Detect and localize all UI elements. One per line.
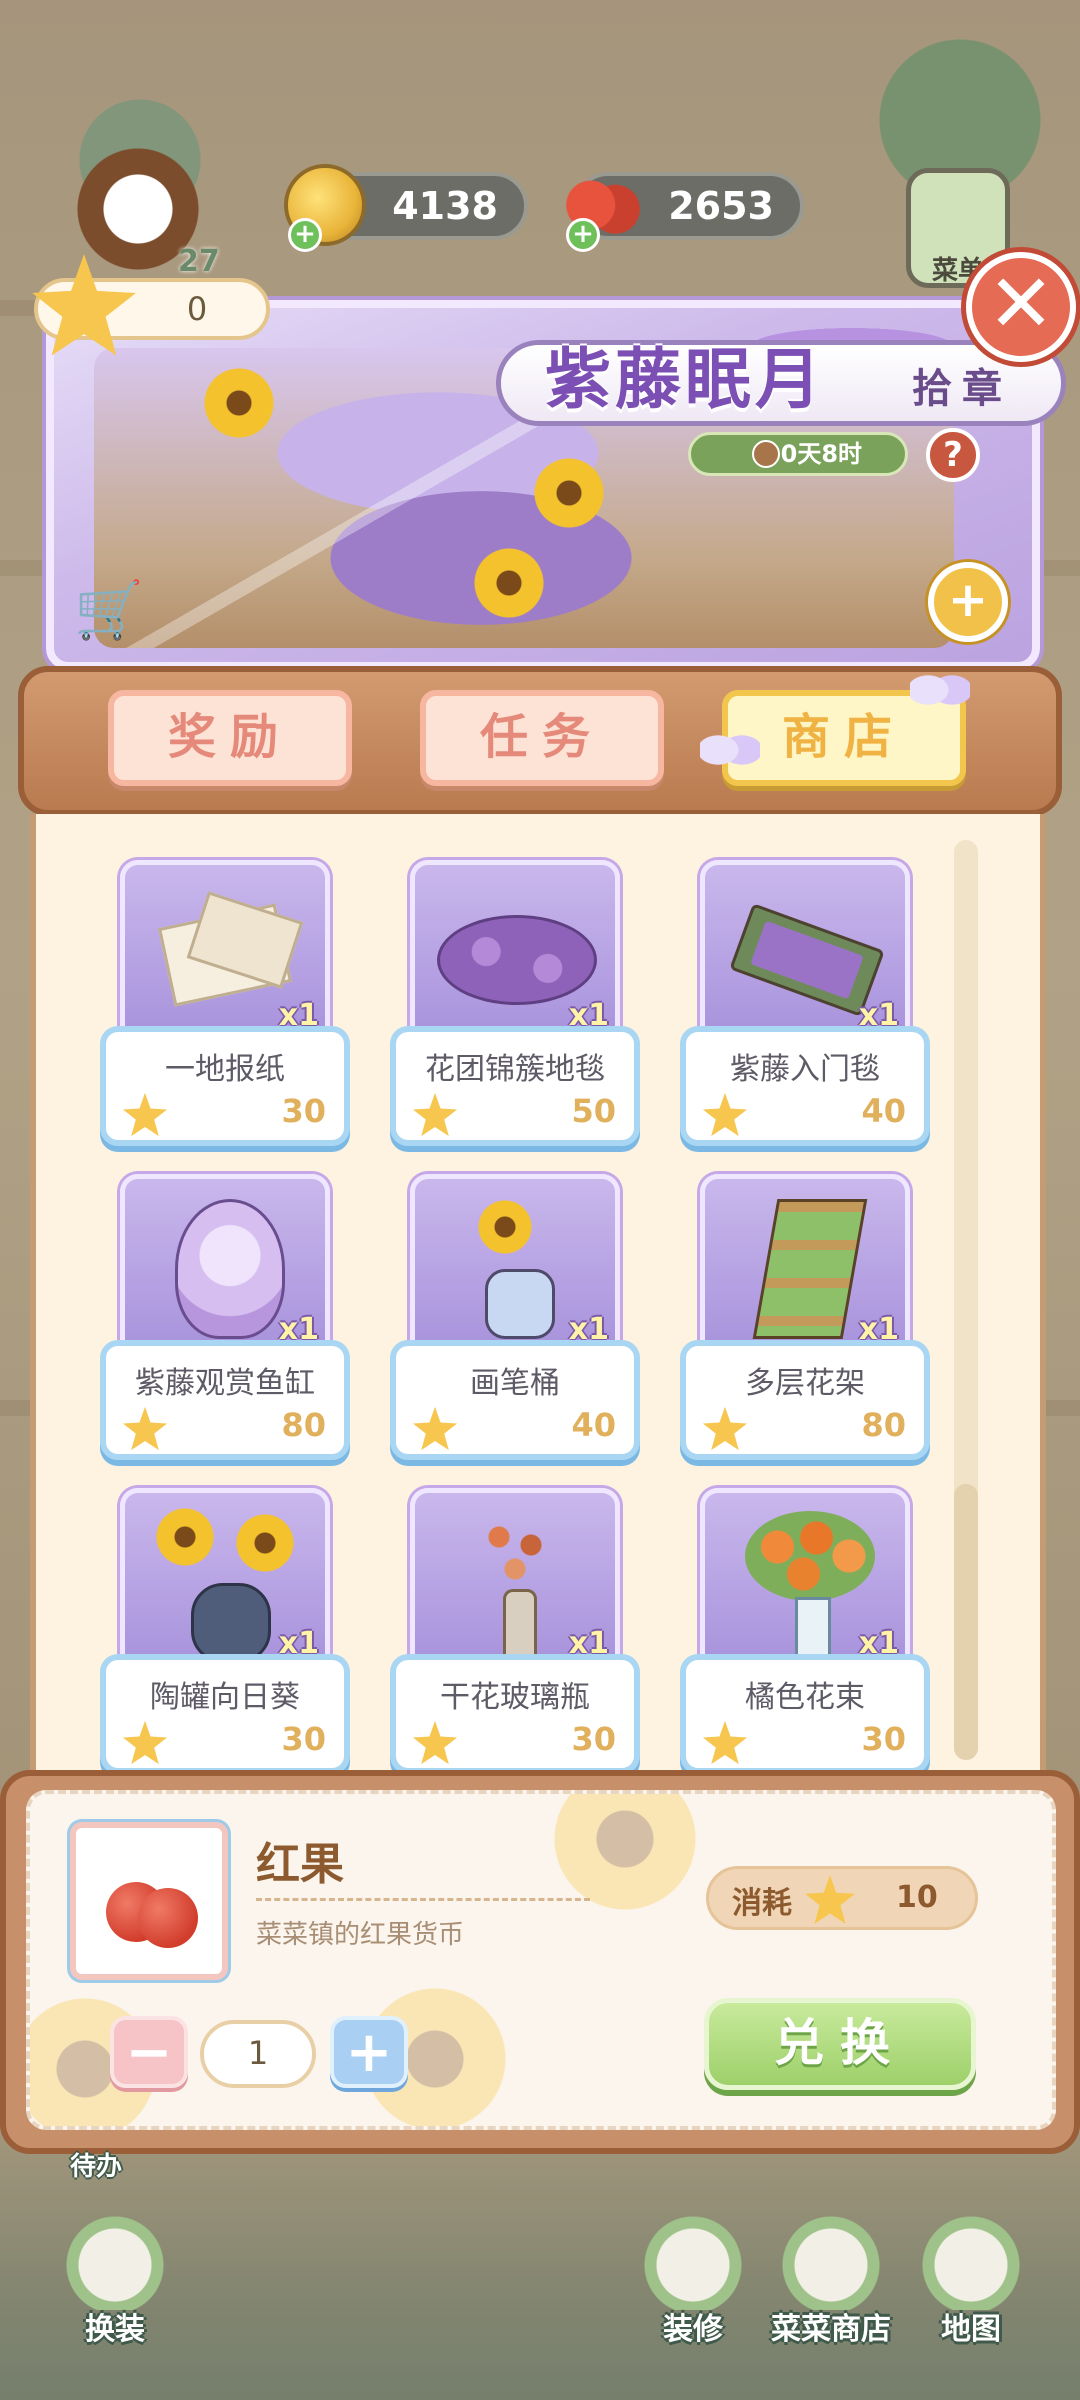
item-name: 干花玻璃瓶 bbox=[440, 1680, 590, 1715]
shop-item-card[interactable]: x1 花团锦簇地毯 50 bbox=[390, 860, 640, 1150]
add-coins-button[interactable]: + bbox=[288, 218, 322, 252]
item-price: 30 bbox=[281, 1092, 326, 1130]
shop-item-card[interactable]: x1 紫藤观赏鱼缸 80 bbox=[100, 1174, 350, 1464]
event-timer: 30天8时 bbox=[688, 432, 908, 476]
sunflower-decoration bbox=[550, 1794, 700, 1914]
star-icon bbox=[702, 1406, 748, 1451]
item-art-flower-carpet: x1 bbox=[410, 860, 620, 1040]
item-art-wisteria-fishtank: x1 bbox=[120, 1174, 330, 1354]
item-info: 紫藤观赏鱼缸 80 bbox=[100, 1340, 350, 1460]
item-price: 80 bbox=[861, 1406, 906, 1444]
exchange-item-name: 红果 bbox=[256, 1839, 344, 1890]
map-icon bbox=[921, 2210, 1021, 2310]
item-price: 30 bbox=[571, 1720, 616, 1758]
item-info: 花团锦簇地毯 50 bbox=[390, 1026, 640, 1146]
sunflower-decoration bbox=[534, 458, 604, 528]
butterfly-decoration bbox=[910, 660, 970, 720]
cost-label: 消耗 bbox=[732, 1886, 792, 1921]
decrease-quantity-button[interactable]: − bbox=[110, 2016, 188, 2088]
shop-item-card[interactable]: x1 干花玻璃瓶 30 bbox=[390, 1488, 640, 1778]
tab-tasks[interactable]: 任务 bbox=[420, 690, 664, 786]
tab-rewards[interactable]: 奖励 bbox=[108, 690, 352, 786]
exchange-item-description: 菜菜镇的红果货币 bbox=[256, 1920, 465, 1950]
divider bbox=[256, 1898, 590, 1901]
item-name: 紫藤入门毯 bbox=[730, 1052, 880, 1087]
star-icon bbox=[702, 1092, 748, 1137]
shop-item-card[interactable]: x1 陶罐向日葵 30 bbox=[100, 1488, 350, 1778]
shop-icon bbox=[781, 2210, 881, 2310]
item-info: 画笔桶 40 bbox=[390, 1340, 640, 1460]
shop-scroll-thumb[interactable] bbox=[954, 1484, 978, 1760]
shop-item-card[interactable]: x1 多层花架 80 bbox=[680, 1174, 930, 1464]
item-art-wisteria-mat: x1 bbox=[700, 860, 910, 1040]
event-title: 紫藤眠月 bbox=[545, 341, 825, 418]
item-price: 30 bbox=[861, 1720, 906, 1758]
item-art-dried-flower-vase: x1 bbox=[410, 1488, 620, 1668]
sunflower-decoration bbox=[474, 548, 544, 618]
item-price: 80 bbox=[281, 1406, 326, 1444]
item-info: 紫藤入门毯 40 bbox=[680, 1026, 930, 1146]
cart-icon[interactable]: 🛒 bbox=[74, 576, 144, 646]
item-name: 陶罐向日葵 bbox=[150, 1680, 300, 1715]
item-price: 30 bbox=[281, 1720, 326, 1758]
player-level: 27 bbox=[178, 244, 220, 279]
dress-up-icon bbox=[65, 2210, 165, 2310]
item-art-sunflower-jar: x1 bbox=[120, 1488, 330, 1668]
shop-item-card[interactable]: x1 一地报纸 30 bbox=[100, 860, 350, 1150]
nav-shop[interactable]: 菜菜商店 bbox=[766, 2210, 896, 2360]
close-button[interactable]: ✕ bbox=[966, 252, 1076, 362]
item-price: 50 bbox=[571, 1092, 616, 1130]
item-art-flower-shelf: x1 bbox=[700, 1174, 910, 1354]
nav-dress-up[interactable]: 换装 bbox=[50, 2210, 180, 2360]
add-red-fruit-button[interactable]: + bbox=[566, 218, 600, 252]
sunflower-decoration bbox=[204, 368, 274, 438]
star-icon bbox=[412, 1092, 458, 1137]
event-chapter: 拾章 bbox=[912, 366, 1012, 412]
exchange-button[interactable]: 兑换 bbox=[704, 1998, 976, 2090]
zoom-button[interactable]: + bbox=[928, 562, 1008, 642]
star-icon bbox=[702, 1720, 748, 1765]
star-icon bbox=[122, 1092, 168, 1137]
todo-label[interactable]: 待办 bbox=[70, 2146, 122, 2183]
item-price: 40 bbox=[861, 1092, 906, 1130]
increase-quantity-button[interactable]: + bbox=[330, 2016, 408, 2088]
item-info: 陶罐向日葵 30 bbox=[100, 1654, 350, 1774]
item-info: 橘色花束 30 bbox=[680, 1654, 930, 1774]
nav-decorate[interactable]: 装修 bbox=[628, 2210, 758, 2360]
quantity-input[interactable]: 1 bbox=[200, 2020, 316, 2088]
item-info: 多层花架 80 bbox=[680, 1340, 930, 1460]
clock-icon bbox=[752, 440, 780, 468]
nav-label: 地图 bbox=[941, 2312, 1001, 2347]
item-name: 多层花架 bbox=[745, 1366, 865, 1401]
star-icon bbox=[122, 1406, 168, 1451]
cost-value: 10 bbox=[896, 1880, 938, 1915]
star-icon bbox=[412, 1406, 458, 1451]
butterfly-decoration bbox=[700, 720, 760, 780]
nav-map[interactable]: 地图 bbox=[906, 2210, 1036, 2360]
nav-label: 换装 bbox=[85, 2312, 145, 2347]
item-name: 花团锦簇地毯 bbox=[425, 1052, 605, 1087]
decorate-icon bbox=[643, 2210, 743, 2310]
item-info: 干花玻璃瓶 30 bbox=[390, 1654, 640, 1774]
item-price: 40 bbox=[571, 1406, 616, 1444]
exchange-item-frame bbox=[70, 1822, 228, 1980]
item-name: 一地报纸 bbox=[165, 1052, 285, 1087]
shop-item-card[interactable]: x1 橘色花束 30 bbox=[680, 1488, 930, 1778]
star-icon bbox=[122, 1720, 168, 1765]
shop-item-card[interactable]: x1 紫藤入门毯 40 bbox=[680, 860, 930, 1150]
item-art-newspaper: x1 bbox=[120, 860, 330, 1040]
item-name: 紫藤观赏鱼缸 bbox=[135, 1366, 315, 1401]
item-info: 一地报纸 30 bbox=[100, 1026, 350, 1146]
item-name: 画笔桶 bbox=[470, 1366, 560, 1401]
item-art-orange-bouquet: x1 bbox=[700, 1488, 910, 1668]
shop-item-card[interactable]: x1 画笔桶 40 bbox=[390, 1174, 640, 1464]
help-button[interactable]: ? bbox=[926, 428, 980, 482]
item-art-brush-bucket: x1 bbox=[410, 1174, 620, 1354]
item-name: 橘色花束 bbox=[745, 1680, 865, 1715]
star-icon bbox=[412, 1720, 458, 1765]
red-fruit-icon bbox=[138, 1888, 198, 1948]
